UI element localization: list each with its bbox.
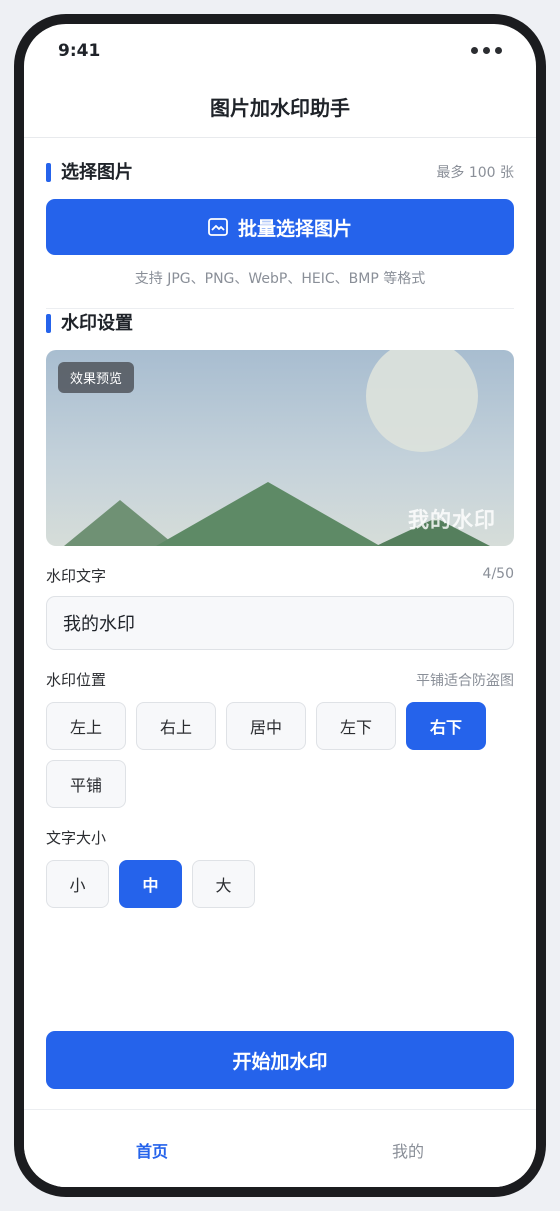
watermark-section-title: 水印设置 <box>61 313 133 334</box>
section-accent-bar <box>46 314 51 333</box>
section-accent-bar <box>46 163 51 182</box>
position-center[interactable]: 居中 <box>226 702 306 750</box>
section-divider <box>46 308 514 309</box>
tab-mine[interactable]: 我的 <box>280 1138 536 1162</box>
position-tile[interactable]: 平铺 <box>46 760 126 808</box>
watermark-section-header: 水印设置 <box>46 312 514 340</box>
position-top-left[interactable]: 左上 <box>46 702 126 750</box>
status-bar: 9:41 <box>24 24 536 80</box>
size-label: 文字大小 <box>46 829 107 847</box>
batch-select-button[interactable]: 批量选择图片 <box>46 199 514 255</box>
preview-watermark-text: 我的水印 <box>408 508 496 532</box>
batch-select-label: 批量选择图片 <box>237 217 352 240</box>
select-section-header: 选择图片 最多 100 张 <box>46 161 514 189</box>
phone-frame: 9:41 图片加水印助手 选择图片 最多 100 张 批量选择图片 支持 JPG… <box>14 14 546 1197</box>
watermark-text-counter: 4/50 <box>482 566 514 582</box>
watermark-preview: 效果预览 我的水印 <box>46 350 514 546</box>
preview-badge: 效果预览 <box>58 362 135 393</box>
nav-bar: 图片加水印助手 <box>24 80 536 138</box>
app-screen: 9:41 图片加水印助手 选择图片 最多 100 张 批量选择图片 支持 JPG… <box>24 24 536 1187</box>
watermark-text-label: 水印文字 <box>46 567 107 585</box>
start-watermark-button[interactable]: 开始加水印 <box>46 1031 514 1089</box>
position-note: 平铺适合防盗图 <box>416 673 514 689</box>
format-hint: 支持 JPG、PNG、WebP、HEIC、BMP 等格式 <box>134 271 426 287</box>
position-top-right[interactable]: 右上 <box>136 702 216 750</box>
position-bottom-right[interactable]: 右下 <box>406 702 486 750</box>
select-limit-note: 最多 100 张 <box>436 165 514 181</box>
image-icon <box>208 218 228 236</box>
size-large[interactable]: 大 <box>192 860 255 908</box>
watermark-text-input[interactable] <box>46 596 514 650</box>
page-title: 图片加水印助手 <box>210 96 350 120</box>
status-time: 9:41 <box>58 41 101 61</box>
size-small[interactable]: 小 <box>46 860 109 908</box>
tab-home[interactable]: 首页 <box>24 1138 280 1162</box>
select-section-title: 选择图片 <box>61 162 133 183</box>
position-label: 水印位置 <box>46 671 107 689</box>
size-medium[interactable]: 中 <box>119 860 182 908</box>
more-dots-icon[interactable] <box>471 47 502 54</box>
position-bottom-left[interactable]: 左下 <box>316 702 396 750</box>
tab-bar: 首页 我的 <box>24 1109 536 1187</box>
